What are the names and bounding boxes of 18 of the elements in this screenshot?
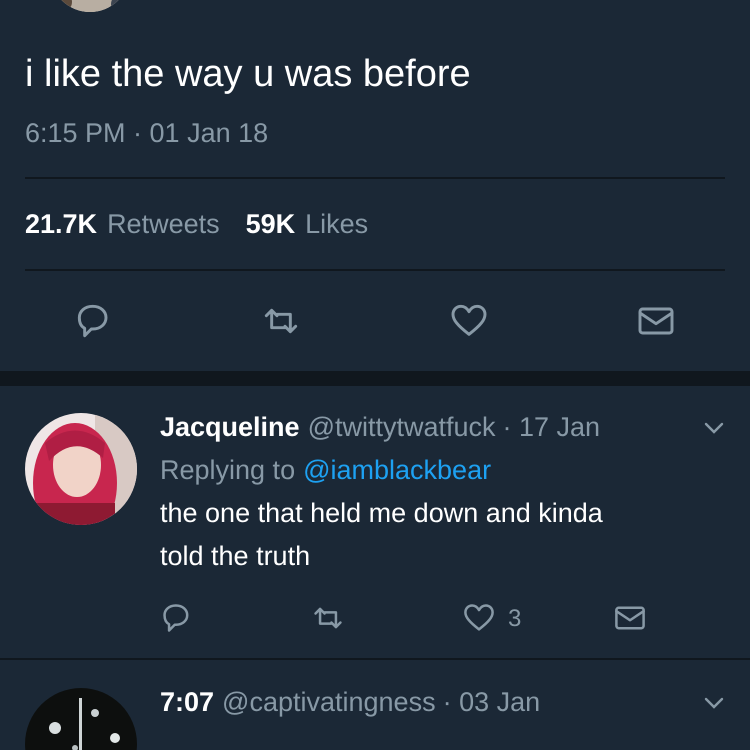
display-name: Jacqueline [160,411,300,444]
tweet-text: i like the way u was before [25,52,472,96]
replying-label: Replying to [160,454,296,487]
timestamp: 6:15 PM · 01 Jan 18 [25,117,270,149]
chevron-icon[interactable] [703,696,725,710]
stat-label: Likes [305,208,368,241]
stat-count: 21.7K [25,208,98,241]
reply-date: · 17 Jan [502,411,600,444]
stat-count: 59K [246,208,296,241]
user-handle: @twittytwatfuck [308,411,496,444]
display-name: 7:07 [160,686,214,719]
chevron-icon[interactable] [703,420,725,434]
mention-link[interactable]: @iamblackbear [303,449,492,492]
like-count: 3 [508,604,522,634]
user-handle: @captivatingness [222,686,436,719]
stat-label: Retweets [107,208,220,241]
reply-date: · 03 Jan [442,686,540,719]
reply-text: the one that held me down and kinda told the truth [160,497,604,573]
